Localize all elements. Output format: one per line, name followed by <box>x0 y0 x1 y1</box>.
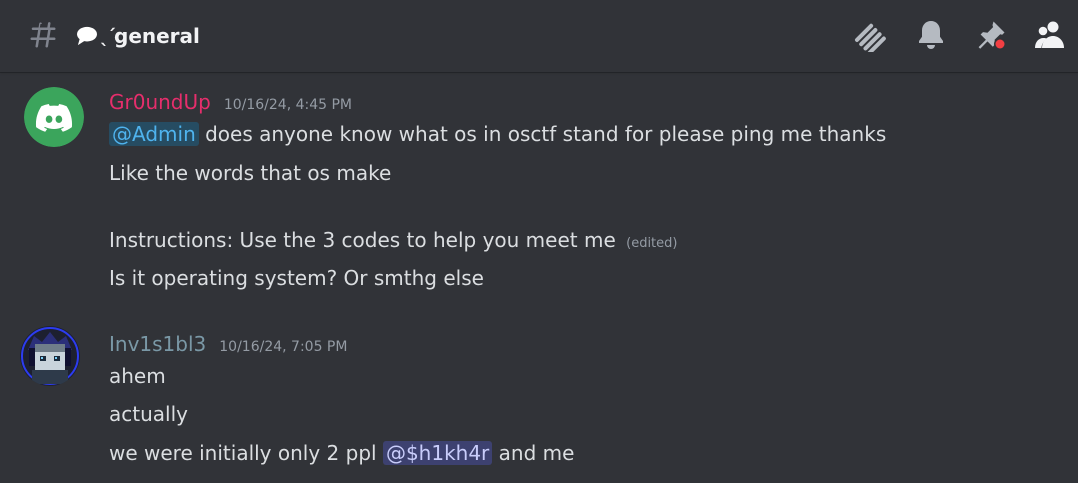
bell-icon[interactable] <box>914 18 948 52</box>
message-header: Gr0undUp 10/16/24, 4:45 PM <box>109 90 352 114</box>
message-text: does anyone know what os in osctf stand … <box>205 122 887 146</box>
notification-dot <box>995 39 1005 49</box>
message-line: Is it operating system? Or smthg else <box>109 266 484 290</box>
avatar[interactable] <box>24 87 84 147</box>
message-text: we were initially only 2 ppl <box>109 441 377 465</box>
channel-title[interactable]: ˎ´ general <box>76 22 200 50</box>
timestamp: 10/16/24, 7:05 PM <box>219 339 348 355</box>
message-line: ahem <box>109 364 166 388</box>
message-line: Instructions: Use the 3 codes to help yo… <box>109 226 677 258</box>
message-text: and me <box>498 441 575 465</box>
timestamp: 10/16/24, 4:45 PM <box>223 97 353 113</box>
message-line: Like the words that os make <box>109 161 392 185</box>
speech-bubble-icon <box>77 26 97 46</box>
message-line: actually <box>109 402 188 426</box>
channel-name: general <box>114 24 200 48</box>
mention-user[interactable]: @$h1kh4r <box>382 441 493 465</box>
members-icon[interactable] <box>1033 18 1067 52</box>
threads-icon[interactable] <box>852 18 886 52</box>
pin-icon[interactable] <box>974 18 1008 52</box>
message-text: Instructions: Use the 3 codes to help yo… <box>109 228 616 252</box>
hash-icon <box>30 22 56 48</box>
chat-window: ˎ´ general Gr0undUp 10/16/24, 4:45 PM @A… <box>0 0 1078 483</box>
discord-logo-icon <box>35 104 73 132</box>
username[interactable]: Gr0undUp <box>109 90 211 114</box>
message-line: @Admin does anyone know what os in osctf… <box>109 120 886 148</box>
message-header: Inv1s1bl3 10/16/24, 7:05 PM <box>109 332 347 356</box>
avatar[interactable] <box>20 326 80 386</box>
mention-role[interactable]: @Admin <box>109 122 199 146</box>
edited-tag: (edited) <box>626 236 678 251</box>
message-line: we were initially only 2 ppl @$h1kh4r an… <box>109 439 574 467</box>
username[interactable]: Inv1s1bl3 <box>109 332 206 356</box>
channel-name-decoration: ˎ´ <box>100 25 116 47</box>
channel-header: ˎ´ general <box>0 0 1078 72</box>
